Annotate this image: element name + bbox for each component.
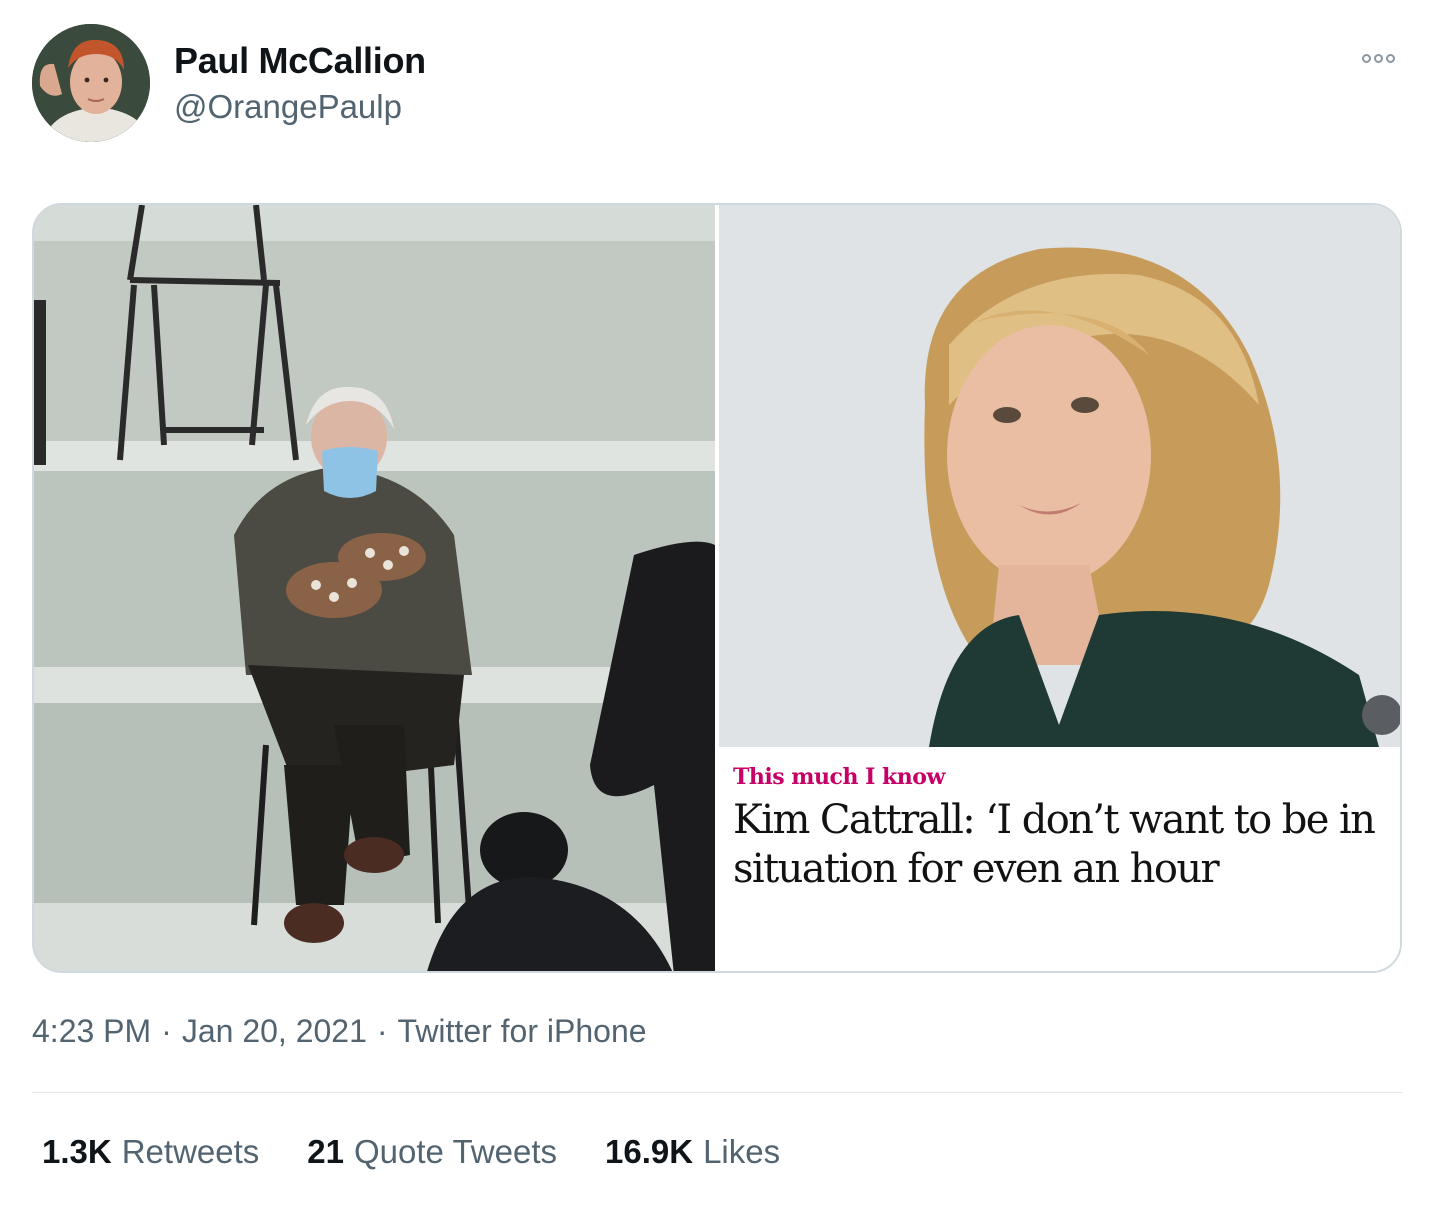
likes-label: Likes [703, 1133, 781, 1170]
tweet-media[interactable]: This much I know Kim Cattrall: ‘I don’t … [32, 203, 1402, 973]
quote-tweets-count: 21 [307, 1133, 344, 1170]
tweet-stats: 1.3K Retweets 21 Quote Tweets 16.9K Like… [42, 1133, 780, 1171]
link-card[interactable]: This much I know Kim Cattrall: ‘I don’t … [719, 205, 1400, 971]
likes-count: 16.9K [605, 1133, 694, 1170]
retweets-stat[interactable]: 1.3K Retweets [42, 1133, 259, 1171]
tweet-date[interactable]: Jan 20, 2021 [182, 1013, 367, 1050]
meta-separator: · [161, 1013, 172, 1049]
quote-tweets-label: Quote Tweets [354, 1133, 558, 1170]
avatar[interactable] [32, 24, 150, 142]
more-horizontal-icon[interactable] [1352, 44, 1404, 72]
tweet-meta: 4:23 PM · Jan 20, 2021 · Twitter for iPh… [32, 1013, 647, 1050]
media-image-left[interactable] [34, 205, 715, 971]
divider [32, 1092, 1402, 1093]
likes-stat[interactable]: 16.9K Likes [605, 1133, 780, 1171]
author-handle[interactable]: @OrangePaulp [174, 88, 402, 126]
author-display-name[interactable]: Paul McCallion [174, 40, 426, 82]
card-headline[interactable]: Kim Cattrall: ‘I don’t want to be in sit… [733, 796, 1400, 894]
tweet-source[interactable]: Twitter for iPhone [398, 1013, 647, 1050]
retweets-label: Retweets [121, 1133, 260, 1170]
retweets-count: 1.3K [42, 1133, 112, 1170]
quote-tweets-stat[interactable]: 21 Quote Tweets [307, 1133, 557, 1171]
card-kicker: This much I know [733, 764, 945, 790]
tweet-time[interactable]: 4:23 PM [32, 1013, 151, 1050]
meta-separator: · [376, 1013, 388, 1049]
